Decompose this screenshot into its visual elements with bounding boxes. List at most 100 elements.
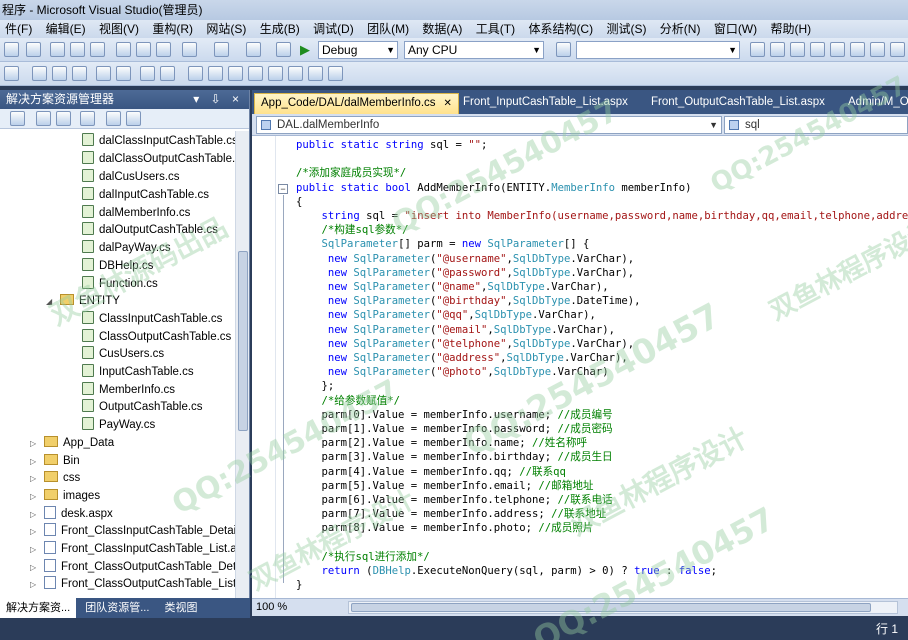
tree-item[interactable]: OutputCashTable.cs	[82, 399, 203, 416]
next-bookmark-icon[interactable]	[228, 66, 243, 81]
save-all-icon[interactable]	[90, 42, 105, 57]
expand-arrow-icon[interactable]: ▷	[30, 470, 40, 487]
tree-item[interactable]: ▷ desk.aspx	[30, 506, 113, 523]
tree-item-selected[interactable]: dalMemberInfo.cs	[82, 205, 190, 222]
tree-item[interactable]: CusUsers.cs	[82, 346, 164, 363]
find-combo[interactable]: ▼	[576, 41, 740, 59]
tree-item[interactable]: ▷ Front_ClassOutputCashTable_Detail.aspx	[30, 559, 236, 576]
save-icon[interactable]	[70, 42, 85, 57]
quick-info-icon[interactable]	[52, 66, 67, 81]
uncomment-lines-icon[interactable]	[160, 66, 175, 81]
tree-item[interactable]: DBHelp.cs	[82, 258, 153, 275]
panel-window-controls[interactable]: ▾ ⇩ ×	[193, 90, 243, 109]
clear-bookmarks-icon[interactable]	[328, 66, 343, 81]
expand-arrow-icon[interactable]: ▷	[30, 506, 40, 523]
tree-item[interactable]: MemberInfo.cs	[82, 382, 175, 399]
view-designer-icon[interactable]	[126, 111, 141, 126]
tree-item[interactable]: Function.cs	[82, 276, 158, 293]
new-project-icon[interactable]	[4, 42, 19, 57]
members-dropdown[interactable]: sql	[724, 116, 908, 134]
tree-item[interactable]: dalCusUsers.cs	[82, 169, 180, 186]
navigate-forward-icon[interactable]	[276, 42, 291, 57]
menu-edit[interactable]: 编辑(E)	[41, 20, 91, 38]
previous-bookmark-in-document-icon[interactable]	[288, 66, 303, 81]
paste-icon[interactable]	[156, 42, 171, 57]
menu-refactor[interactable]: 重构(R)	[147, 20, 198, 38]
properties-icon[interactable]	[770, 42, 785, 57]
properties-icon[interactable]	[10, 111, 25, 126]
toolbox-icon[interactable]	[810, 42, 825, 57]
increase-indent-icon[interactable]	[116, 66, 131, 81]
expand-arrow-icon[interactable]: ▷	[30, 488, 40, 505]
tab-solution-explorer[interactable]: 解决方案资...	[0, 598, 77, 618]
menu-file[interactable]: 件(F)	[0, 20, 37, 38]
toggle-bookmark-icon[interactable]	[188, 66, 203, 81]
tree-item[interactable]: dalOutputCashTable.cs	[82, 222, 218, 239]
tab-team-explorer[interactable]: 团队资源管...	[79, 598, 155, 618]
open-file-icon[interactable]	[50, 42, 65, 57]
decrease-indent-icon[interactable]	[96, 66, 111, 81]
word-completion-icon[interactable]	[72, 66, 87, 81]
tree-item[interactable]: ▷ Front_ClassOutputCashTable_List.aspx	[30, 576, 236, 593]
add-item-icon[interactable]	[26, 42, 41, 57]
tree-folder[interactable]: ▷ css	[30, 470, 80, 487]
extension-manager-icon[interactable]	[850, 42, 865, 57]
undo-icon[interactable]	[182, 42, 197, 57]
cut-icon[interactable]	[116, 42, 131, 57]
tree-item[interactable]: dalClassOutputCashTable.cs	[82, 151, 236, 168]
nest-related-files-icon[interactable]	[56, 111, 71, 126]
scrollbar-thumb[interactable]	[351, 603, 871, 612]
tree-item[interactable]: ClassOutputCashTable.cs	[82, 329, 231, 346]
tree-item[interactable]: dalClassInputCashTable.cs	[82, 133, 236, 150]
menu-data[interactable]: 数据(A)	[417, 20, 467, 38]
menu-team[interactable]: 团队(M)	[362, 20, 414, 38]
parameter-info-icon[interactable]	[32, 66, 47, 81]
next-bookmark-in-folder-icon[interactable]	[268, 66, 283, 81]
menu-test[interactable]: 测试(S)	[601, 20, 651, 38]
tab-admin-m-o[interactable]: Admin/M_O	[842, 93, 908, 114]
tab-front-outputcashtable-list[interactable]: Front_OutputCashTable_List.aspx	[645, 93, 831, 114]
options-icon[interactable]	[890, 42, 905, 57]
menu-analyze[interactable]: 分析(N)	[655, 20, 706, 38]
tree-item[interactable]: ▷ Front_ClassInputCashTable_Detail.aspx	[30, 523, 236, 540]
command-window-icon[interactable]	[870, 42, 885, 57]
find-in-files-icon[interactable]	[556, 42, 571, 57]
redo-icon[interactable]	[214, 42, 229, 57]
menu-window[interactable]: 窗口(W)	[709, 20, 762, 38]
previous-bookmark-icon[interactable]	[208, 66, 223, 81]
tree-folder[interactable]: ▷ images	[30, 488, 100, 505]
next-bookmark-in-document-icon[interactable]	[308, 66, 323, 81]
previous-bookmark-in-folder-icon[interactable]	[248, 66, 263, 81]
expand-arrow-icon[interactable]: ▷	[30, 559, 40, 576]
tree-folder[interactable]: ◢ ENTITY	[46, 293, 120, 310]
navigate-backward-icon[interactable]	[246, 42, 261, 57]
close-icon[interactable]: ✕	[444, 98, 452, 109]
menu-help[interactable]: 帮助(H)	[765, 20, 816, 38]
collapse-region-icon[interactable]: −	[278, 184, 288, 194]
start-debugging-icon[interactable]: ▶	[300, 42, 310, 58]
menu-view[interactable]: 视图(V)	[94, 20, 144, 38]
code-editor[interactable]: − public static string sql = ""; /*添加家庭成员…	[252, 136, 908, 598]
refresh-icon[interactable]	[36, 111, 51, 126]
tab-dalmemberinfo[interactable]: App_Code/DAL/dalMemberInfo.cs ✕	[254, 93, 459, 114]
types-dropdown[interactable]: DAL.dalMemberInfo ▼	[256, 116, 722, 134]
scrollbar-thumb[interactable]	[238, 251, 248, 431]
solution-configuration-dropdown[interactable]: Debug ▼	[318, 41, 398, 59]
expand-arrow-icon[interactable]: ▷	[30, 541, 40, 558]
menu-debug[interactable]: 调试(D)	[308, 20, 359, 38]
menu-website[interactable]: 网站(S)	[201, 20, 251, 38]
tree-item[interactable]: ▷ Front_ClassInputCashTable_List.aspx	[30, 541, 236, 558]
zoom-level[interactable]: 100 %	[256, 599, 287, 616]
solution-platform-dropdown[interactable]: Any CPU ▼	[404, 41, 544, 59]
menu-architecture[interactable]: 体系结构(C)	[523, 20, 598, 38]
expand-arrow-icon[interactable]: ▷	[30, 523, 40, 540]
tree-item[interactable]: dalPayWay.cs	[82, 240, 171, 257]
show-all-files-icon[interactable]	[80, 111, 95, 126]
view-code-icon[interactable]	[106, 111, 121, 126]
display-object-members-icon[interactable]	[4, 66, 19, 81]
tree-item[interactable]: InputCashTable.cs	[82, 364, 194, 381]
menu-tools[interactable]: 工具(T)	[471, 20, 520, 38]
comment-lines-icon[interactable]	[140, 66, 155, 81]
expand-arrow-icon[interactable]: ▷	[30, 435, 40, 452]
start-page-icon[interactable]	[830, 42, 845, 57]
